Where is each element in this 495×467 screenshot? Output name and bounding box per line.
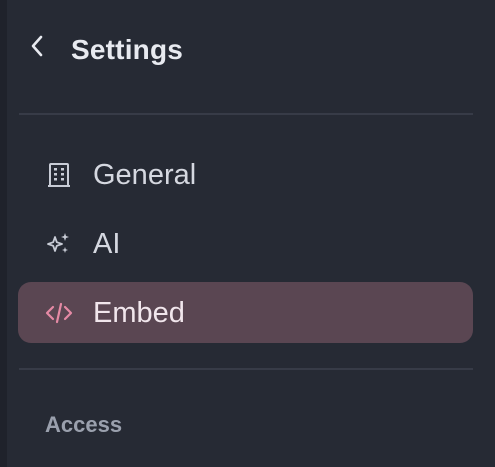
building-icon [45, 161, 73, 189]
back-button[interactable] [22, 33, 52, 63]
nav-item-label: Embed [93, 296, 185, 329]
nav-item-embed[interactable]: Embed [18, 282, 473, 343]
page-title: Settings [71, 34, 184, 65]
header-divider [19, 113, 473, 115]
nav-item-label: General [93, 158, 197, 191]
sparkles-icon [45, 230, 73, 258]
code-icon [45, 299, 73, 327]
nav-item-general[interactable]: General [18, 144, 473, 205]
nav-item-ai[interactable]: AI [18, 213, 473, 274]
section-divider [19, 368, 473, 370]
section-label-access: Access [45, 412, 123, 437]
nav-item-label: AI [93, 227, 121, 260]
settings-header: Settings [0, 0, 495, 100]
chevron-left-icon [29, 34, 45, 63]
